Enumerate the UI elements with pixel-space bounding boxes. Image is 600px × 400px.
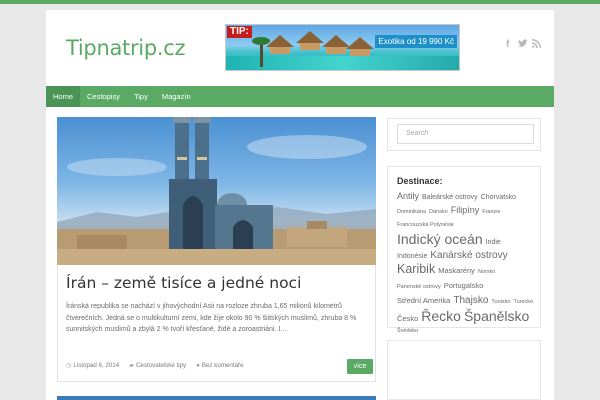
banner-hut-roof [346, 37, 374, 49]
rss-icon[interactable] [532, 39, 541, 51]
tag-link[interactable]: Dánsko [429, 206, 448, 219]
tag-link[interactable]: Filipíny [451, 204, 480, 217]
tag-link[interactable]: Chorvatsko [481, 191, 516, 204]
tag-link[interactable]: Švédsko [397, 325, 418, 338]
twitter-icon[interactable] [518, 39, 528, 51]
tag-link[interactable]: Indie [486, 236, 501, 249]
main-nav: Home Cestopisy Tipy Magazín [46, 86, 554, 107]
banner-hut-roof [296, 31, 324, 43]
next-post-card [57, 396, 376, 400]
post-title[interactable]: Írán – země tisíce a jedné noci [66, 274, 301, 292]
post-category-text[interactable]: Cestovatelské tipy [136, 362, 186, 369]
search-input[interactable]: Search [397, 124, 534, 144]
top-accent-line [0, 0, 600, 4]
post-comments-text[interactable]: Bez komentáře [202, 362, 244, 369]
post-excerpt: Íránská republika se nachází v jihovýcho… [66, 303, 357, 333]
post-category[interactable]: ▰ Cestovatelské tipy [129, 362, 186, 369]
tag-link[interactable]: Česko [397, 312, 418, 325]
tag-link[interactable]: Kanárské ostrovy [430, 249, 507, 262]
tag-link[interactable]: Řecko [421, 309, 461, 324]
tag-link[interactable]: Karibik [397, 262, 435, 276]
read-more-button[interactable]: více [347, 359, 373, 374]
tag-link[interactable]: Francie [482, 206, 500, 219]
tag-link[interactable]: Norsko [478, 266, 495, 279]
post-date-text: Listopad 6, 2014 [73, 362, 120, 369]
sidebar-widget-empty [387, 340, 541, 400]
folder-icon: ▰ [129, 362, 134, 369]
site-logo[interactable]: Tipnatrip.cz [66, 36, 186, 60]
banner-offer-text: Exotika od 19 990 Kč [375, 35, 457, 48]
banner-hut [326, 47, 346, 54]
clock-icon: ◷ [66, 362, 72, 369]
banner-tip-label: TIP: [227, 26, 252, 38]
tag-cloud: Antily Baleárské ostrovy Chorvatsko Dominik… [397, 190, 537, 338]
facebook-icon[interactable]: f [506, 39, 509, 50]
tag-link[interactable]: Antily [397, 190, 419, 203]
tag-link[interactable]: Střední Amerika [397, 294, 450, 307]
nav-item-magazin[interactable]: Magazín [155, 86, 198, 107]
nav-item-cestopisy[interactable]: Cestopisy [80, 86, 127, 107]
nav-item-tipy[interactable]: Tipy [127, 86, 155, 107]
post-date: ◷ Listopad 6, 2014 [66, 362, 119, 369]
post-meta: ◷ Listopad 6, 2014 ▰ Cestovatelské tipy ● B… [66, 362, 244, 369]
tag-link[interactable]: Panenské ostrovy [397, 281, 441, 294]
destinations-title: Destinace: [397, 176, 443, 186]
banner-hut-roof [266, 35, 294, 47]
tag-link[interactable]: Dominikána [397, 206, 426, 219]
nav-item-home[interactable]: Home [46, 86, 81, 107]
tag-link[interactable]: Španělsko [464, 309, 529, 324]
tag-link[interactable]: Indický oceán [397, 232, 483, 247]
tag-link[interactable]: Thajsko [453, 294, 488, 307]
banner-hut [270, 47, 290, 54]
tag-link[interactable]: Maskarény [438, 264, 475, 277]
promo-banner[interactable]: TIP: Exotika od 19 990 Kč [225, 24, 460, 71]
post-comments[interactable]: ● Bez komentáře [196, 362, 243, 369]
tag-link[interactable]: Baleárské ostrovy [422, 191, 478, 204]
banner-hut [350, 49, 370, 56]
tag-link[interactable]: Portugalsko [444, 279, 484, 292]
comment-icon: ● [196, 362, 200, 369]
banner-hut [300, 43, 320, 50]
post-featured-image[interactable] [57, 117, 376, 265]
